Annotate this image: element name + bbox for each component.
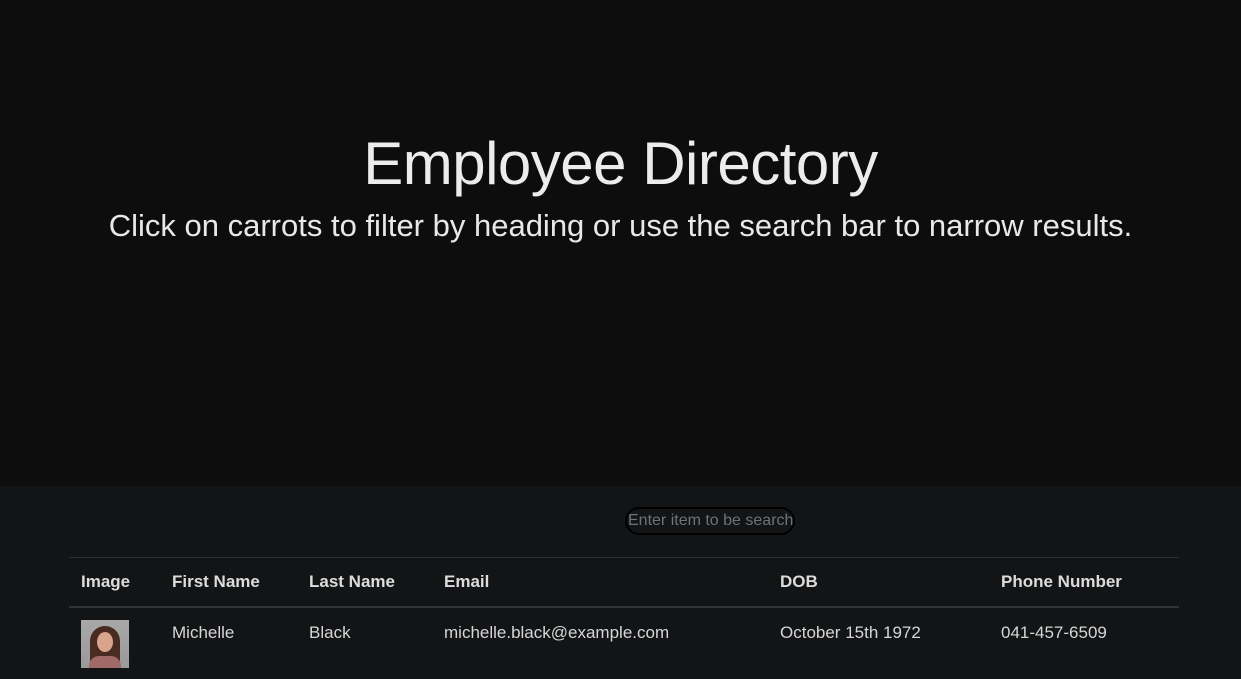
column-header-first-name[interactable]: First Name bbox=[172, 558, 260, 606]
cell-first-name: Michelle bbox=[172, 623, 235, 642]
table-header-row: Image First Name Last Name Email DOB Pho… bbox=[69, 557, 1179, 608]
hero-section: Employee Directory Click on carrots to f… bbox=[0, 0, 1241, 486]
column-header-last-name[interactable]: Last Name bbox=[309, 558, 395, 606]
column-header-dob[interactable]: DOB bbox=[780, 558, 818, 606]
column-header-image[interactable]: Image bbox=[81, 558, 130, 606]
avatar bbox=[81, 620, 129, 668]
directory-section: Image First Name Last Name Email DOB Pho… bbox=[0, 486, 1241, 679]
cell-dob: October 15th 1972 bbox=[780, 623, 921, 642]
search-input[interactable] bbox=[625, 507, 795, 535]
employee-table: Image First Name Last Name Email DOB Pho… bbox=[69, 557, 1179, 678]
cell-email: michelle.black@example.com bbox=[444, 623, 670, 642]
page-subtitle: Click on carrots to filter by heading or… bbox=[108, 208, 1133, 243]
table-row: Michelle Black michelle.black@example.co… bbox=[69, 608, 1179, 678]
cell-last-name: Black bbox=[309, 623, 351, 642]
column-header-phone-number[interactable]: Phone Number bbox=[1001, 558, 1122, 606]
cell-phone-number: 041-457-6509 bbox=[1001, 623, 1107, 642]
column-header-email[interactable]: Email bbox=[444, 558, 489, 606]
page-title: Employee Directory bbox=[363, 130, 878, 197]
